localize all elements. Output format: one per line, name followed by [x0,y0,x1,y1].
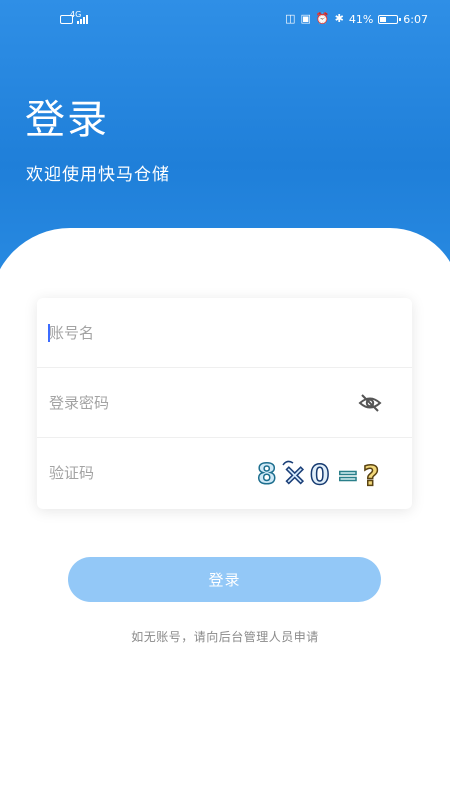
page-title: 登录 [25,97,109,143]
clock: 6:07 [403,12,428,26]
login-screen: 4G ◫ ▣ ⏰ ✱ 41% 6:07 登录 欢迎使用快马仓储 账号名 验证码 … [0,0,450,800]
nfc-icon: ▣ [300,12,311,25]
bluetooth-icon: ✱ [334,12,344,25]
vibrate-icon: ◫ [285,12,296,25]
password-field-row [37,368,412,438]
svg-text:?: ? [363,459,379,492]
username-field-row [37,298,412,368]
svg-text:0: 0 [310,458,329,491]
svg-text:=: = [337,461,359,491]
svg-text:×: × [283,458,306,491]
login-button[interactable]: 登录 [68,557,381,602]
username-input[interactable] [49,318,329,348]
battery-level-fill [380,16,387,22]
battery-percent: 41% [348,12,374,26]
status-right: ◫ ▣ ⏰ ✱ 41% 6:07 [285,12,428,26]
captcha-image[interactable]: 8 × 0 = ? [253,453,389,493]
account-hint-text: 如无账号，请向后台管理人员申请 [131,630,319,644]
network-label: 4G [70,10,82,19]
eye-off-icon[interactable] [358,392,382,414]
alarm-icon: ⏰ [315,12,330,25]
password-input[interactable] [49,388,329,418]
captcha-field-row: 8 × 0 = ? [37,438,412,508]
battery-icon [378,14,402,24]
login-form-card: 8 × 0 = ? [37,298,412,509]
status-bar: 4G ◫ ▣ ⏰ ✱ 41% 6:07 [0,0,450,40]
svg-text:8: 8 [257,457,276,490]
page-subtitle: 欢迎使用快马仓储 [26,165,170,185]
status-left: 4G [60,10,88,24]
